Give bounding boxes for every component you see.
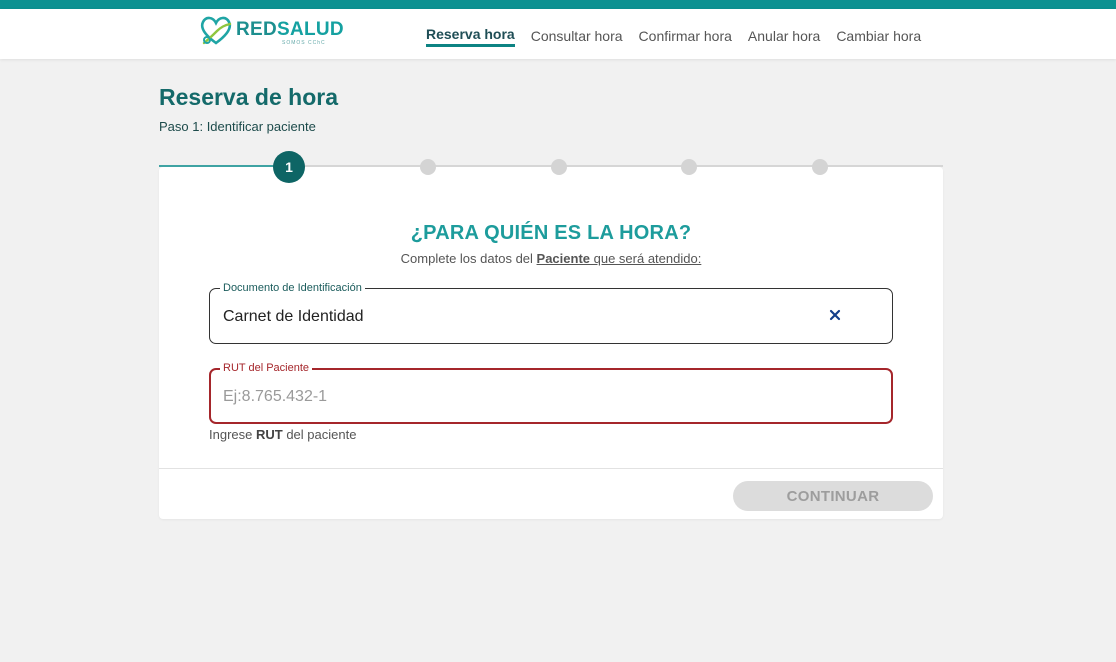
helper-prefix: Ingrese (209, 427, 256, 442)
step-2-dot (420, 159, 436, 175)
nav-cambiar-hora[interactable]: Cambiar hora (828, 9, 929, 59)
helper-suffix: del paciente (282, 427, 357, 442)
rut-input[interactable] (223, 385, 863, 409)
stepper-progress-line (159, 165, 290, 167)
nav-consultar-hora[interactable]: Consultar hora (523, 9, 631, 59)
nav-confirmar-hora[interactable]: Confirmar hora (631, 9, 740, 59)
logo-brand-red: RED (236, 19, 278, 40)
document-type-label: Documento de Identificación (220, 281, 365, 295)
rut-field: RUT del Paciente (209, 361, 893, 424)
rut-label: RUT del Paciente (220, 361, 313, 375)
step-1-active: 1 (273, 151, 305, 183)
nav-reserva-hora[interactable]: Reserva hora (418, 9, 523, 59)
instruction-suffix: que será atendido: (590, 251, 702, 266)
heart-logo-icon (200, 16, 232, 45)
continue-button[interactable]: CONTINUAR (733, 481, 933, 511)
helper-bold: RUT (255, 427, 283, 442)
form-instruction: Complete los datos del Paciente que será… (159, 251, 943, 266)
document-type-value: Carnet de Identidad (223, 308, 364, 325)
card-divider (159, 468, 943, 469)
form-question: ¿PARA QUIÉN ES LA HORA? (410, 222, 692, 244)
stepper-remaining-line (290, 165, 943, 167)
redsalud-logo[interactable]: REDSALUD SOMOS CChC (199, 12, 344, 48)
step-5-dot (812, 159, 828, 175)
step-4-dot (681, 159, 697, 175)
main-nav: Reserva hora Consultar hora Confirmar ho… (418, 9, 929, 59)
instruction-bold: Paciente (536, 251, 591, 266)
nav-anular-hora[interactable]: Anular hora (740, 9, 828, 59)
page-title: Reserva de hora (159, 84, 338, 110)
close-icon[interactable] (828, 308, 842, 322)
page-subtitle: Paso 1: Identificar paciente (159, 119, 316, 134)
logo-brand-salud: SALUD (277, 19, 344, 40)
logo-tagline: SOMOS CChC (282, 40, 326, 46)
site-header: REDSALUD SOMOS CChC Reserva hora Consult… (0, 9, 1116, 59)
top-accent-bar (0, 0, 1116, 9)
document-type-select[interactable]: Documento de Identificación Carnet de Id… (209, 281, 893, 344)
step-3-dot (551, 159, 567, 175)
rut-helper-text: Ingrese RUT del paciente (209, 427, 356, 442)
instruction-prefix: Complete los datos del (400, 251, 537, 266)
logo-wordmark: REDSALUD SOMOS CChC (236, 19, 344, 47)
